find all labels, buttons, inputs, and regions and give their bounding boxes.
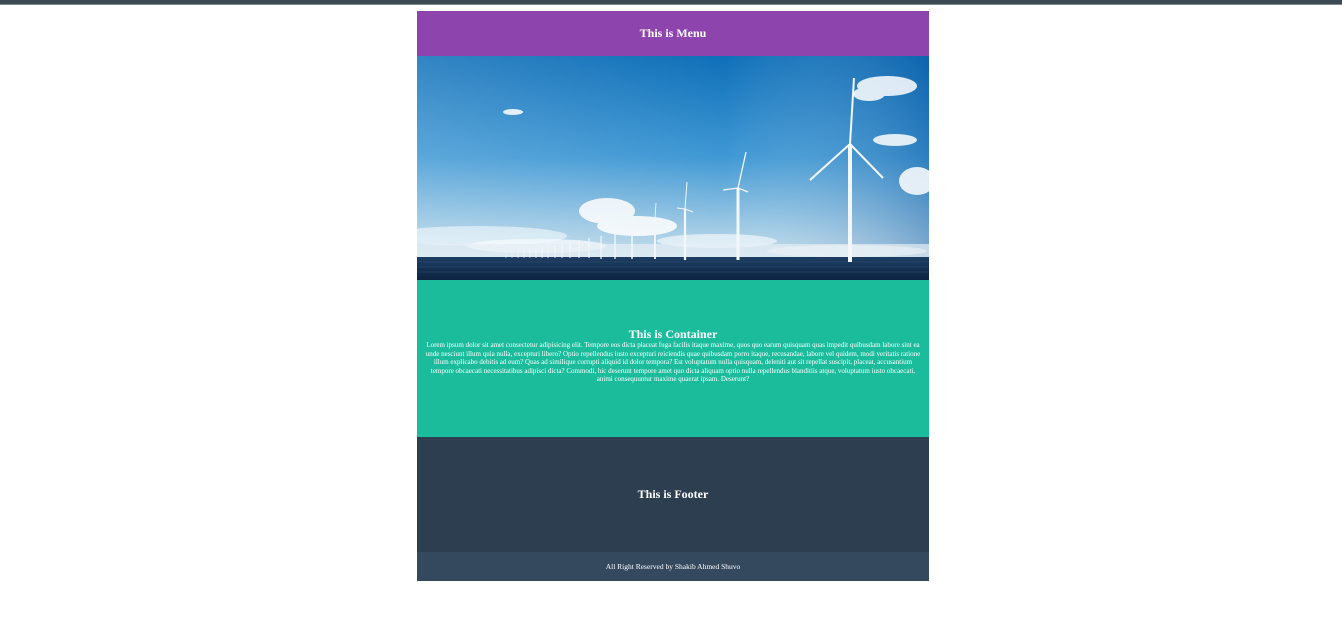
copyright-bar: All Right Reserved by Shakib Ahmed Shuvo bbox=[417, 552, 929, 581]
copyright-text: All Right Reserved by Shakib Ahmed Shuvo bbox=[605, 562, 741, 571]
content-container: This is Container Lorem ipsum dolor sit … bbox=[417, 280, 929, 437]
menu-title: This is Menu bbox=[639, 26, 707, 40]
menu-bar: This is Menu bbox=[417, 11, 929, 56]
footer: This is Footer bbox=[417, 437, 929, 552]
hero-image bbox=[417, 56, 929, 280]
container-body: Lorem ipsum dolor sit amet consectetur a… bbox=[425, 341, 921, 384]
container-title: This is Container bbox=[628, 327, 718, 341]
footer-title: This is Footer bbox=[637, 487, 709, 501]
wind-turbine-image bbox=[417, 56, 929, 280]
page-wrapper: This is Menu This is Container Lorem ips… bbox=[417, 11, 929, 581]
browser-top-bar bbox=[0, 0, 1342, 5]
